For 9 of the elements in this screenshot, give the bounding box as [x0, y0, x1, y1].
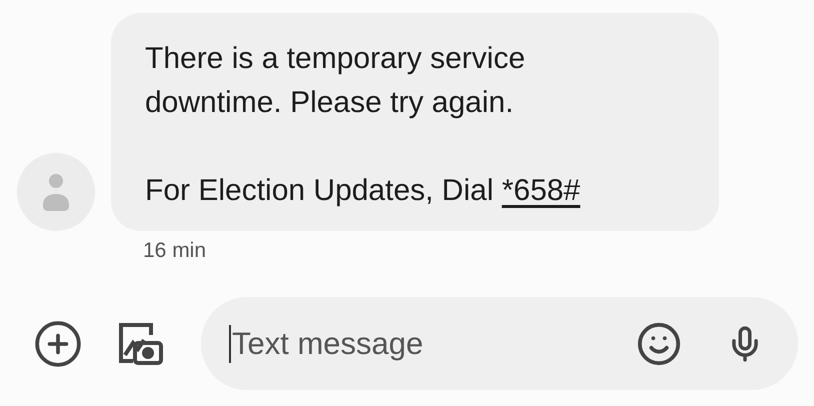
add-button[interactable] — [33, 318, 83, 368]
message-input[interactable]: Text message — [229, 324, 616, 362]
emoji-button[interactable] — [636, 320, 682, 366]
dial-link[interactable]: *658# — [502, 174, 580, 207]
message-field[interactable]: Text message — [201, 297, 798, 390]
message-text: There is a temporary service downtime. Please try again. — [145, 41, 526, 121]
message-time: 16 min — [143, 239, 206, 263]
message-text: For Election Updates, Dial *658# — [145, 173, 582, 209]
person-icon — [43, 173, 69, 211]
